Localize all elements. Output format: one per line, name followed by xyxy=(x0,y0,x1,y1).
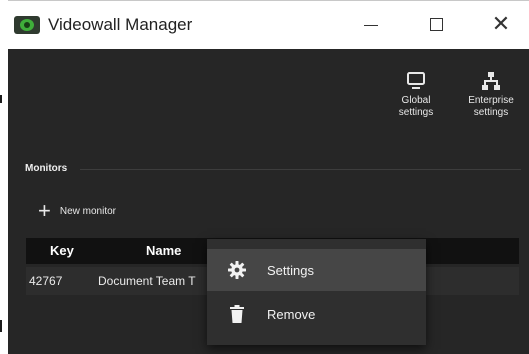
monitor-key-cell: 42767 xyxy=(29,274,63,288)
column-header-key[interactable]: Key xyxy=(50,238,74,264)
plus-icon: + xyxy=(38,198,51,223)
section-divider xyxy=(80,169,521,170)
close-button[interactable]: ✕ xyxy=(478,7,524,41)
app-eye-icon xyxy=(14,16,40,34)
menu-item-remove-label: Remove xyxy=(267,306,316,322)
maximize-icon xyxy=(429,17,443,31)
close-icon: ✕ xyxy=(491,11,511,36)
global-settings-label: Global settings xyxy=(398,95,434,118)
column-header-name[interactable]: Name xyxy=(146,238,181,264)
context-menu: Settings Remove xyxy=(207,239,426,345)
minimize-button[interactable] xyxy=(348,7,394,41)
trash-icon xyxy=(226,303,248,325)
monitors-section-title: Monitors xyxy=(25,163,68,174)
desktop-edge xyxy=(0,0,8,354)
new-monitor-label: New monitor xyxy=(59,205,116,217)
hierarchy-icon xyxy=(459,69,523,91)
menu-item-remove[interactable]: Remove xyxy=(207,293,426,335)
monitor-name-cell: Document Team T xyxy=(98,274,196,288)
menu-item-settings[interactable]: Settings xyxy=(207,249,426,291)
maximize-button[interactable] xyxy=(413,7,459,41)
gear-icon xyxy=(226,259,248,281)
window-title: Videowall Manager xyxy=(48,15,193,34)
minimize-icon xyxy=(364,24,378,26)
enterprise-settings-label: Enterprise settings xyxy=(468,95,514,118)
global-settings-button[interactable]: Global settings xyxy=(384,69,448,119)
new-monitor-button[interactable]: + New monitor xyxy=(38,198,116,223)
videowall-manager-window: Videowall Manager ✕ Global settings Ente… xyxy=(8,0,529,354)
menu-item-settings-label: Settings xyxy=(267,262,314,278)
enterprise-settings-button[interactable]: Enterprise settings xyxy=(459,69,523,119)
desktop-edge-mark xyxy=(0,320,2,332)
monitor-icon xyxy=(384,69,448,91)
title-bar[interactable]: Videowall Manager ✕ xyxy=(8,1,529,49)
desktop-edge-mark xyxy=(0,95,2,103)
